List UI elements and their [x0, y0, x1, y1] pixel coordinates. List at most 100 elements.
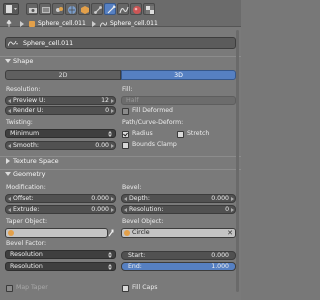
- render-u-label: Render U:: [13, 107, 44, 114]
- material-tab-icon[interactable]: [130, 3, 142, 15]
- bevel-factor-mapping-end-select[interactable]: Resolution: [5, 262, 116, 271]
- bevel-object-value: Circle: [132, 229, 150, 236]
- end-value: 1.000: [211, 263, 229, 270]
- expanded-triangle-icon: [5, 172, 11, 176]
- breadcrumb-object: Sphere_cell.011: [38, 20, 86, 27]
- bevel-label: Bevel:: [122, 184, 142, 191]
- eyedropper-icon[interactable]: [108, 229, 114, 237]
- render-u-value: 0: [105, 107, 109, 114]
- breadcrumb-arrow-icon: [19, 21, 25, 29]
- datablock-name-text: Sphere_cell.011: [23, 40, 74, 47]
- texture-space-panel-header[interactable]: Texture Space: [0, 156, 241, 165]
- object-tab-icon[interactable]: [78, 3, 90, 15]
- end-label: End:: [128, 263, 142, 270]
- properties-header: Sphere_cell.011 Sphere_cell.011: [0, 0, 241, 30]
- clear-x-icon[interactable]: ✕: [227, 229, 233, 237]
- bounds-clamp-checkbox[interactable]: [122, 142, 129, 149]
- geometry-title: Geometry: [13, 170, 46, 178]
- taper-object-field[interactable]: [5, 228, 108, 238]
- extrude-value: 0.000: [91, 206, 109, 213]
- map-taper-label: Map Taper: [16, 284, 48, 291]
- bounds-clamp-label: Bounds Clamp: [132, 141, 177, 148]
- world-tab-icon[interactable]: [65, 3, 77, 15]
- bevel-factor-mapping-start-select[interactable]: Resolution: [5, 250, 116, 259]
- offset-field[interactable]: Offset: 0.000: [5, 194, 116, 203]
- bevel-end-slider[interactable]: End: 1.000: [121, 262, 236, 271]
- smooth-field[interactable]: Smooth: 0.00: [5, 141, 116, 150]
- bevel-start-slider[interactable]: Start: 0.000: [121, 251, 236, 260]
- radius-label: Radius: [132, 130, 153, 137]
- twisting-label: Twisting:: [6, 119, 33, 126]
- updown-arrows-icon: [108, 252, 112, 258]
- updown-arrows-icon: [108, 264, 112, 270]
- bevel-factor-label: Bevel Factor:: [6, 240, 47, 247]
- bevel-object-field[interactable]: Circle ✕: [121, 228, 236, 238]
- tab-3d[interactable]: 3D: [121, 70, 236, 80]
- expanded-triangle-icon: [5, 59, 11, 63]
- breadcrumb-arrow-icon: [91, 21, 97, 29]
- scrollbar[interactable]: [236, 30, 239, 292]
- path-deform-label: Path/Curve-Deform:: [122, 119, 184, 126]
- fill-deformed-checkbox[interactable]: [122, 108, 129, 115]
- radius-checkbox[interactable]: [122, 131, 129, 138]
- shape-panel-header[interactable]: Shape: [0, 56, 241, 65]
- curve-data-icon: [99, 21, 108, 30]
- breadcrumb-data: Sphere_cell.011: [110, 20, 158, 27]
- depth-field[interactable]: Depth: 0.000: [121, 194, 236, 203]
- fill-caps-label: Fill Caps: [132, 284, 158, 291]
- mapping-start-value: Resolution: [10, 251, 43, 258]
- preview-u-label: Preview U:: [13, 97, 46, 104]
- extrude-label: Extrude:: [13, 206, 40, 213]
- properties-editor-icon: [6, 5, 17, 13]
- pin-icon[interactable]: [5, 19, 13, 29]
- twisting-select[interactable]: Minimum: [5, 129, 116, 138]
- smooth-label: Smooth:: [13, 142, 39, 149]
- render-layers-tab-icon[interactable]: [39, 3, 51, 15]
- taper-object-label: Taper Object:: [6, 218, 48, 225]
- offset-value: 0.000: [91, 195, 109, 202]
- properties-panel: Sphere_cell.011 Sphere_cell.011 Sphere_c…: [0, 0, 241, 300]
- curve-data-tab-icon[interactable]: [117, 3, 129, 15]
- twisting-value: Minimum: [10, 130, 40, 137]
- render-u-field[interactable]: Render U: 0: [5, 106, 116, 115]
- depth-value: 0.000: [211, 195, 229, 202]
- geometry-panel-header[interactable]: Geometry: [0, 169, 241, 178]
- bevel-resolution-label: Resolution:: [129, 206, 164, 213]
- start-label: Start:: [128, 252, 146, 259]
- extrude-field[interactable]: Extrude: 0.000: [5, 205, 116, 214]
- resolution-label: Resolution:: [6, 86, 41, 93]
- scene-tab-icon[interactable]: [52, 3, 64, 15]
- modifiers-tab-icon[interactable]: [104, 3, 116, 15]
- fill-label: Fill:: [122, 86, 133, 93]
- preview-u-field[interactable]: Preview U: 12: [5, 96, 116, 105]
- offset-label: Offset:: [13, 195, 34, 202]
- bevel-object-label: Bevel Object:: [122, 218, 164, 225]
- curve-data-icon[interactable]: [7, 40, 18, 49]
- fill-mode-select[interactable]: Half: [121, 96, 236, 105]
- bevel-resolution-field[interactable]: Resolution: 0: [121, 205, 236, 214]
- fill-deformed-label: Fill Deformed: [132, 107, 173, 114]
- constraints-tab-icon[interactable]: [91, 3, 103, 15]
- stretch-checkbox[interactable]: [177, 131, 184, 138]
- smooth-value: 0.00: [95, 142, 109, 149]
- preview-u-value: 12: [101, 97, 109, 104]
- collapsed-triangle-icon: [6, 158, 10, 164]
- tab-2d[interactable]: 2D: [5, 70, 121, 80]
- mapping-end-value: Resolution: [10, 263, 43, 270]
- render-tab-icon[interactable]: [26, 3, 38, 15]
- object-icon: [8, 230, 14, 236]
- shape-panel-title: Shape: [13, 57, 34, 65]
- texture-tab-icon[interactable]: [143, 3, 155, 15]
- stretch-label: Stretch: [187, 130, 210, 137]
- object-icon: [124, 230, 130, 236]
- fill-mode-value: Half: [126, 97, 139, 104]
- updown-arrows-icon: [108, 131, 112, 137]
- fill-caps-checkbox[interactable]: [122, 285, 129, 292]
- texture-space-title: Texture Space: [13, 157, 59, 165]
- start-value: 0.000: [211, 252, 229, 259]
- curve-object-icon: [29, 21, 35, 27]
- datablock-name-field[interactable]: Sphere_cell.011: [5, 37, 236, 49]
- editor-type-button[interactable]: [3, 3, 19, 15]
- map-taper-checkbox[interactable]: [6, 285, 13, 292]
- bevel-resolution-value: 0: [225, 206, 229, 213]
